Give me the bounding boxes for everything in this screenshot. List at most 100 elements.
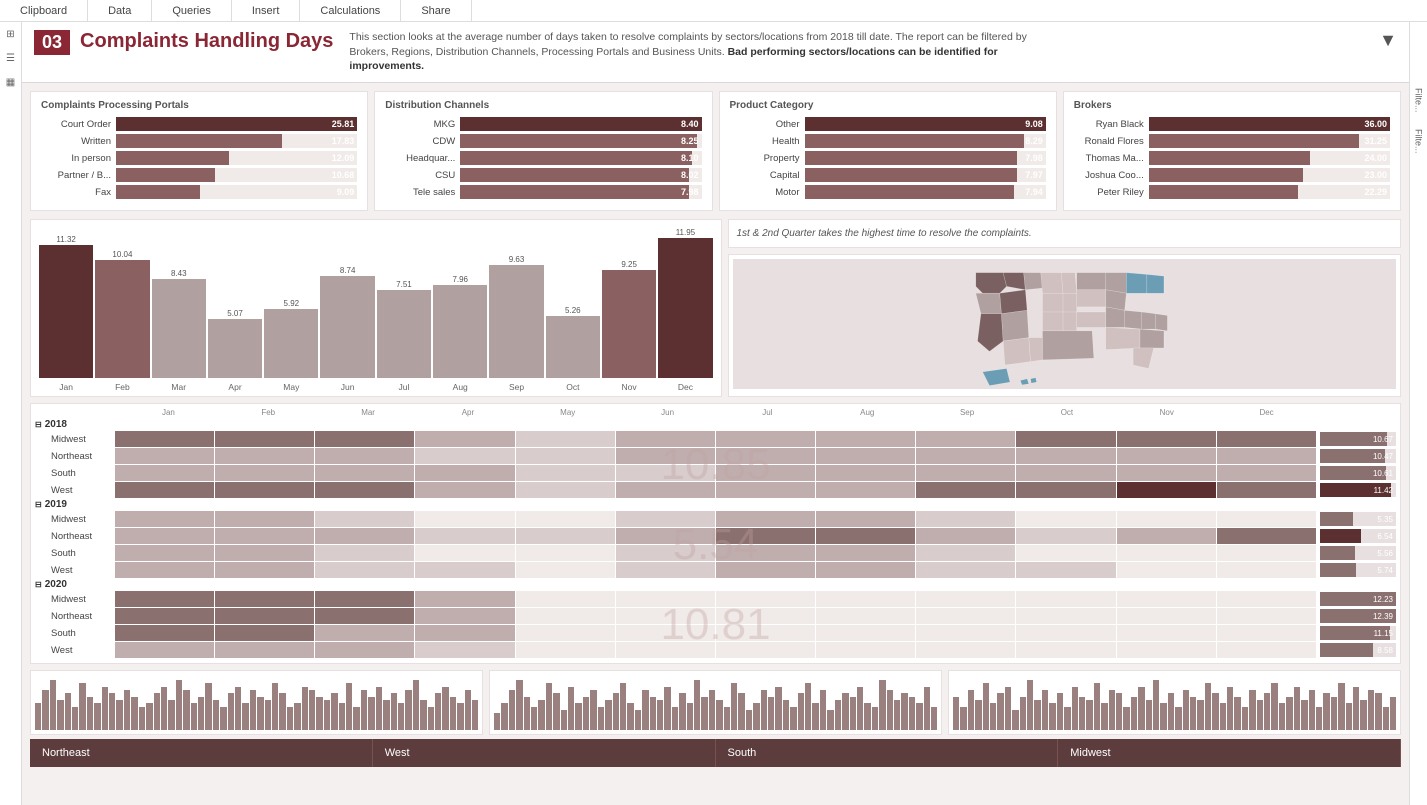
- filter-panel-btn-1[interactable]: Filte...: [1412, 82, 1426, 119]
- year-toggle[interactable]: ⊟ 2020: [35, 579, 115, 590]
- spark-bar: [627, 703, 633, 730]
- heatmap-cell: [115, 431, 214, 447]
- portals-card: Complaints Processing Portals Court Orde…: [30, 91, 368, 211]
- year-toggle[interactable]: ⊟ 2018: [35, 419, 115, 430]
- year-toggle-icon[interactable]: ⊟: [35, 500, 42, 509]
- heatmap-cell: [115, 465, 214, 481]
- metric-label: CDW: [385, 136, 460, 147]
- bar-month-label: Jun: [320, 382, 374, 392]
- metric-value: 8.40: [681, 117, 699, 131]
- footer-region-item: Northeast: [30, 739, 373, 767]
- product-title: Product Category: [730, 100, 1046, 111]
- sidebar-icon-grid[interactable]: ⊞: [3, 26, 19, 42]
- heatmap-cell: [1117, 591, 1216, 607]
- sidebar-icon-list[interactable]: ☰: [3, 50, 19, 66]
- spark-bar: [87, 697, 93, 730]
- menu-calculations[interactable]: Calculations: [300, 0, 401, 21]
- menu-insert[interactable]: Insert: [232, 0, 301, 21]
- spark-bar: [116, 700, 122, 730]
- year-toggle-icon[interactable]: ⊟: [35, 420, 42, 429]
- sidebar-icon-chart[interactable]: ▦: [3, 74, 19, 90]
- spark-bar: [1390, 697, 1396, 730]
- footer-region-item: Midwest: [1058, 739, 1401, 767]
- heatmap-side-bar: 12.39: [1316, 609, 1396, 623]
- spark-bar: [694, 680, 700, 730]
- metric-label: Partner / B...: [41, 170, 116, 181]
- heatmap-cell: [916, 528, 1015, 544]
- heatmap-cell: [315, 465, 414, 481]
- metric-label: Motor: [730, 187, 805, 198]
- heatmap-cell: [1117, 545, 1216, 561]
- spark-bar: [1309, 690, 1315, 730]
- heatmap-cell: [816, 465, 915, 481]
- side-bar-fill: [1320, 529, 1361, 543]
- region-label: South: [35, 628, 115, 639]
- metric-row: Ronald Flores31.25: [1074, 134, 1390, 148]
- spark-bar: [50, 680, 56, 730]
- heatmap-cell: [816, 591, 915, 607]
- spark-bar: [1072, 687, 1078, 730]
- spark-bar: [235, 687, 241, 730]
- content-area: 03 Complaints Handling Days This section…: [22, 22, 1409, 805]
- spark-bar: [131, 697, 137, 730]
- filter-panel-btn-2[interactable]: Filte...: [1412, 123, 1426, 160]
- heatmap-cell: [616, 642, 715, 658]
- metric-bar-wrap: 12.09: [116, 151, 357, 165]
- heatmap-cell: [816, 642, 915, 658]
- spark-bar: [1264, 693, 1270, 730]
- filter-icon[interactable]: ▼: [1379, 30, 1397, 51]
- spark-bar: [761, 690, 767, 730]
- heatmap-cell: [215, 608, 314, 624]
- menu-data[interactable]: Data: [88, 0, 152, 21]
- heatmap-cells: [115, 465, 1316, 481]
- metric-bar-wrap: 23.00: [1149, 168, 1390, 182]
- region-label: South: [35, 548, 115, 559]
- heatmap-region-row: Northeast 12.39: [35, 608, 1396, 624]
- heatmap-cells: [115, 608, 1316, 624]
- menu-queries[interactable]: Queries: [152, 0, 232, 21]
- region-label: Midwest: [35, 434, 115, 445]
- heatmap-side-bar: 6.54: [1316, 529, 1396, 543]
- menu-share[interactable]: Share: [401, 0, 471, 21]
- heatmap-cell: [516, 528, 615, 544]
- spark-bar: [1190, 697, 1196, 730]
- bar-value: 9.63: [509, 255, 525, 264]
- region-label: Northeast: [35, 531, 115, 542]
- metric-label: Thomas Ma...: [1074, 153, 1149, 164]
- metric-bar: [805, 168, 1017, 182]
- bar-col: 9.25: [602, 260, 656, 378]
- spark-bar: [457, 703, 463, 730]
- spark-bar: [531, 707, 537, 730]
- year-toggle-icon[interactable]: ⊟: [35, 580, 42, 589]
- spark-bar: [1316, 707, 1322, 730]
- spark-bar: [279, 693, 285, 730]
- metric-bar-wrap: 7.94: [805, 185, 1046, 199]
- metric-bar: [460, 185, 689, 199]
- heatmap-cells: [115, 545, 1316, 561]
- spark-bar: [516, 680, 522, 730]
- spark-bar: [842, 693, 848, 730]
- region-label: Northeast: [35, 611, 115, 622]
- spark-bar: [642, 690, 648, 730]
- spark-bar: [553, 693, 559, 730]
- spark-bar: [716, 700, 722, 730]
- side-bar-value: 5.35: [1377, 512, 1393, 526]
- heatmap-region-row: West11.42: [35, 482, 1396, 498]
- menu-clipboard[interactable]: Clipboard: [0, 0, 88, 21]
- spark-bar: [1094, 683, 1100, 730]
- heatmap-cell: [115, 625, 214, 641]
- spark-bar: [1101, 703, 1107, 730]
- metric-label: Headquar...: [385, 153, 460, 164]
- year-toggle[interactable]: ⊟ 2019: [35, 499, 115, 510]
- metric-row: Joshua Coo...23.00: [1074, 168, 1390, 182]
- metric-value: 12.09: [332, 151, 355, 165]
- main-wrapper: ⊞ ☰ ▦ 03 Complaints Handling Days This s…: [0, 22, 1427, 805]
- heatmap-cell: [415, 528, 514, 544]
- metric-bar: [116, 134, 282, 148]
- heatmap-month-header: Feb: [219, 408, 318, 417]
- spark-bar: [524, 697, 530, 730]
- metric-value: 8.10: [681, 151, 699, 165]
- spark-bar: [1368, 690, 1374, 730]
- spark-bar: [405, 690, 411, 730]
- metric-row: Peter Riley22.29: [1074, 185, 1390, 199]
